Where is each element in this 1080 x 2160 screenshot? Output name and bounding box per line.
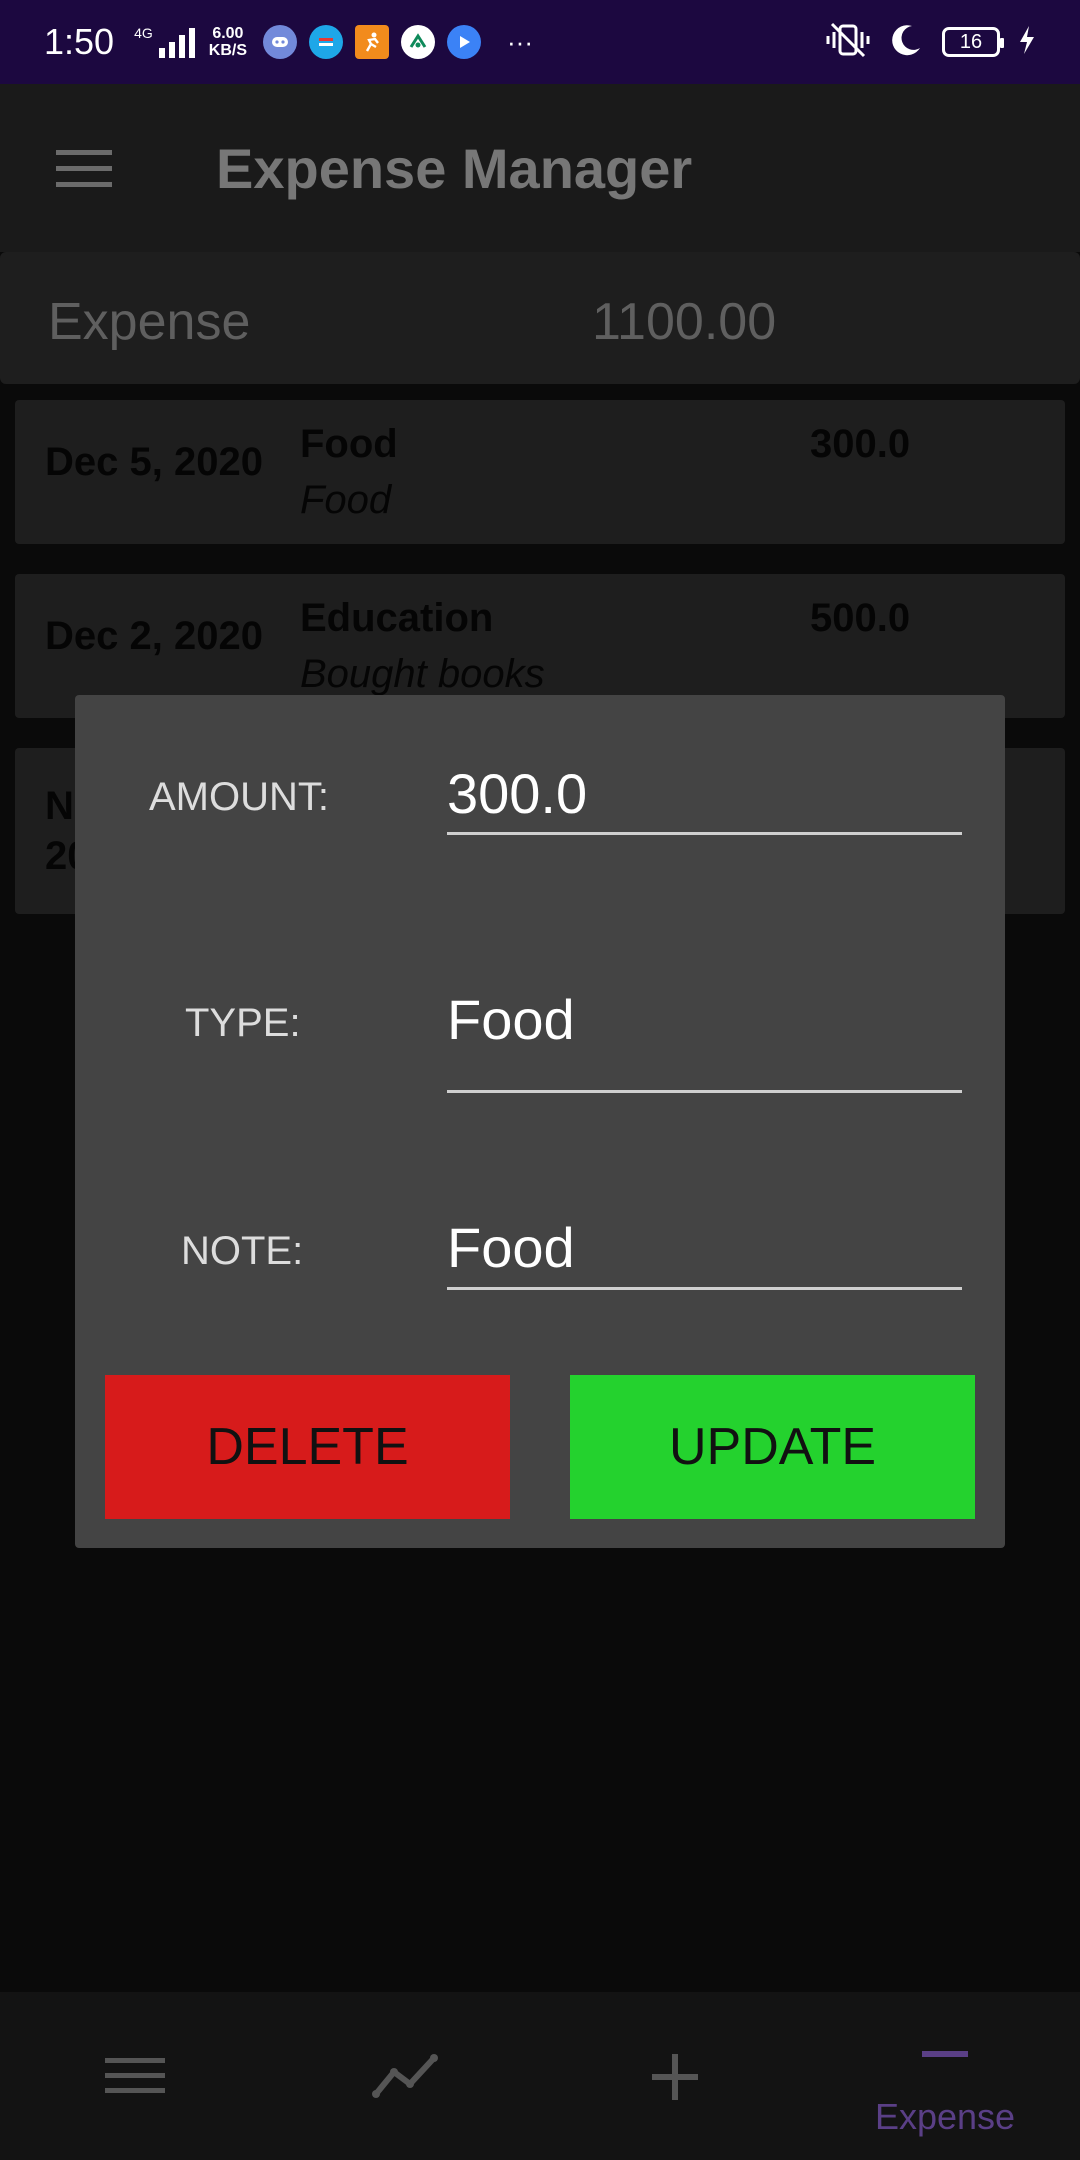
chart-line-icon bbox=[372, 2054, 438, 2098]
network-speed-unit: KB/S bbox=[208, 42, 247, 59]
network-type: 4G bbox=[134, 25, 153, 41]
note-label: NOTE: bbox=[181, 1229, 304, 1273]
hamburger-menu-icon[interactable] bbox=[56, 150, 112, 188]
nav-item-list[interactable] bbox=[0, 1992, 270, 2160]
battery-icon: 16 bbox=[942, 27, 1004, 57]
network-indicator: 4G bbox=[134, 26, 195, 58]
plus-icon bbox=[652, 2054, 698, 2100]
delete-button[interactable]: DELETE bbox=[105, 1375, 510, 1519]
tracker-icon bbox=[401, 25, 435, 59]
expense-note: Bought books bbox=[300, 652, 545, 696]
minus-icon bbox=[922, 2051, 968, 2057]
status-bar: 1:50 4G 6.00 KB/S ··· 16 bbox=[0, 0, 1080, 84]
edit-expense-dialog: AMOUNT: 300.0 TYPE: Food NOTE: Food DELE… bbox=[75, 695, 1005, 1548]
summary-total: 1100.00 bbox=[592, 293, 777, 351]
expense-note: Food bbox=[300, 478, 392, 522]
expense-amount: 300.0 bbox=[810, 422, 911, 466]
amount-label: AMOUNT: bbox=[149, 775, 329, 819]
page-title: Expense Manager bbox=[216, 137, 693, 200]
amount-field[interactable]: 300.0 bbox=[447, 761, 587, 826]
nav-item-chart[interactable] bbox=[270, 1992, 540, 2160]
nav-label-expense: Expense bbox=[874, 2096, 1016, 2137]
list-icon bbox=[105, 2058, 165, 2093]
expense-date-line1: N bbox=[45, 784, 74, 828]
expense-type: Food bbox=[300, 422, 398, 466]
play-icon bbox=[447, 25, 481, 59]
app-bar: Expense Manager bbox=[0, 84, 1080, 252]
type-label: TYPE: bbox=[185, 1001, 301, 1045]
expense-type: Education bbox=[300, 596, 494, 640]
amount-field-underline bbox=[447, 832, 962, 835]
charging-icon bbox=[1018, 25, 1036, 60]
browser-icon bbox=[309, 25, 343, 59]
runner-icon bbox=[355, 25, 389, 59]
update-button[interactable]: UPDATE bbox=[570, 1375, 975, 1519]
more-notifications-icon: ··· bbox=[507, 26, 533, 57]
summary-label: Expense bbox=[48, 293, 251, 351]
type-field[interactable]: Food bbox=[447, 987, 575, 1052]
do-not-disturb-moon-icon bbox=[888, 22, 924, 63]
network-speed: 6.00 KB/S bbox=[209, 25, 247, 59]
battery-level: 16 bbox=[959, 30, 983, 53]
status-right: 16 bbox=[826, 22, 1036, 63]
nav-item-add[interactable] bbox=[540, 1992, 810, 2160]
expense-list-item[interactable]: Dec 5, 2020 Food Food 300.0 bbox=[15, 400, 1065, 544]
network-speed-value: 6.00 bbox=[212, 25, 244, 42]
expense-date: Dec 5, 2020 bbox=[45, 440, 263, 484]
type-field-underline bbox=[447, 1090, 962, 1093]
expense-summary: Expense 1100.00 bbox=[0, 252, 1080, 384]
vibrate-off-icon bbox=[826, 22, 870, 63]
expense-amount: 500.0 bbox=[810, 596, 911, 640]
note-field[interactable]: Food bbox=[447, 1215, 575, 1280]
signal-icon bbox=[158, 28, 195, 58]
nav-item-expense[interactable]: Expense bbox=[810, 1992, 1080, 2160]
bottom-navigation: Expense bbox=[0, 1992, 1080, 2160]
expense-date: Dec 2, 2020 bbox=[45, 614, 263, 658]
status-time: 1:50 bbox=[44, 21, 115, 62]
discord-icon bbox=[263, 25, 297, 59]
screen: 1:50 4G 6.00 KB/S ··· 16 Expense Manager… bbox=[0, 0, 1080, 2160]
note-field-underline bbox=[447, 1287, 962, 1290]
notification-icons: ··· bbox=[263, 25, 533, 59]
